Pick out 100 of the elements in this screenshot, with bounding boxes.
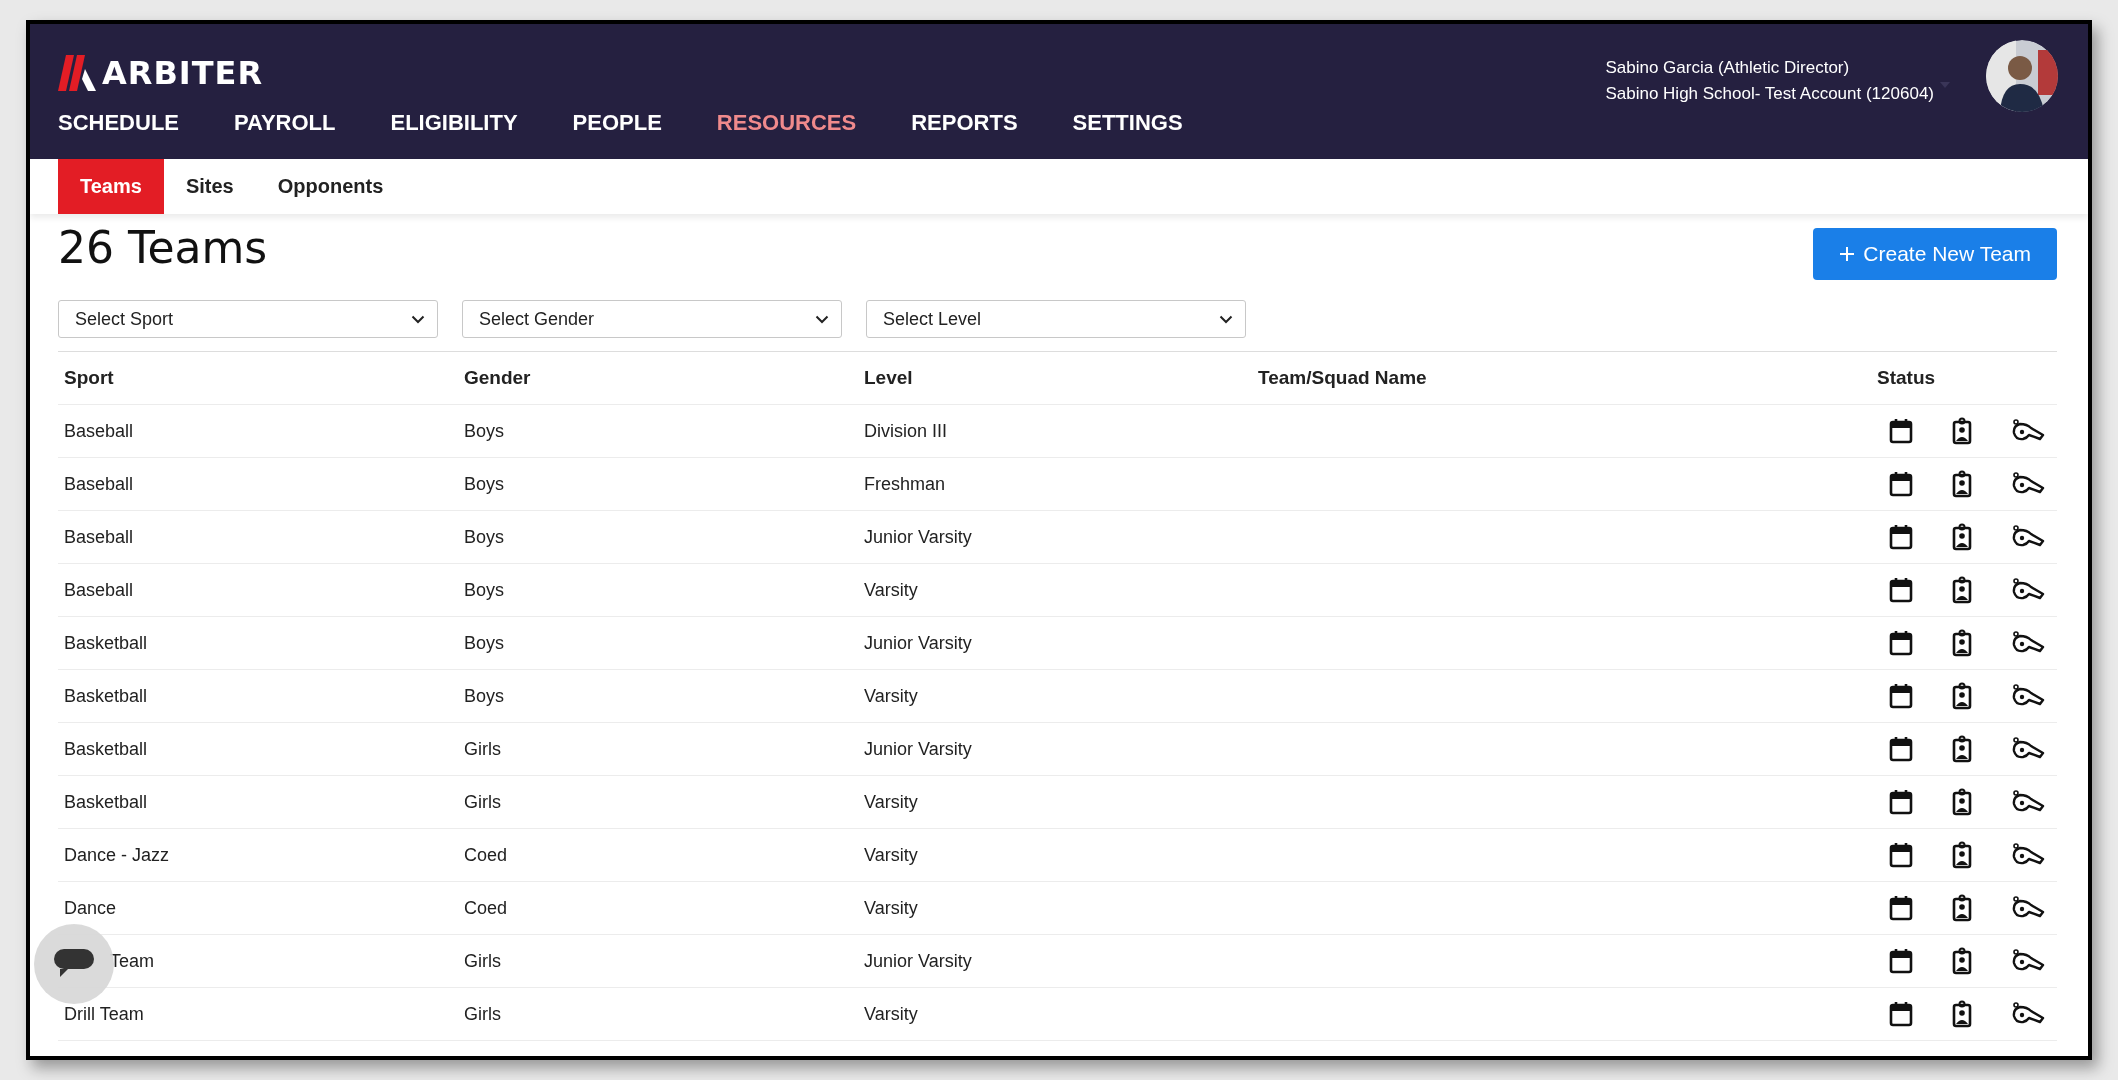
calendar-icon[interactable]	[1889, 789, 1913, 815]
id-badge-icon[interactable]	[1952, 894, 1972, 922]
table-cell-text: Coed	[463, 844, 509, 866]
whistle-icon[interactable]	[2011, 631, 2045, 655]
id-badge-icon[interactable]	[1952, 735, 1972, 763]
table-cell-text: Junior Varsity	[863, 632, 973, 654]
whistle-icon[interactable]	[2011, 790, 2045, 814]
table-cell-text: Boys	[463, 685, 506, 707]
chevron-down-icon	[411, 314, 425, 324]
table-cell-text: Girls	[463, 1003, 502, 1025]
table-cell-text: Baseball	[63, 473, 135, 495]
whistle-icon[interactable]	[2011, 843, 2045, 867]
calendar-icon[interactable]	[1889, 630, 1913, 656]
table-cell-text: Girls	[463, 791, 502, 813]
table-cell-text: Dance	[63, 897, 118, 919]
table-cell-text: Team	[110, 950, 155, 972]
table-cell-text: Boys	[463, 526, 506, 548]
id-badge-icon[interactable]	[1952, 947, 1972, 975]
table-cell-text: Varsity	[863, 791, 919, 813]
nav-link[interactable]: RESOURCES	[716, 110, 857, 136]
chevron-down-icon	[1219, 314, 1233, 324]
table-cell-text: Baseball	[63, 526, 135, 548]
whistle-icon[interactable]	[2011, 896, 2045, 920]
calendar-icon[interactable]	[1889, 1001, 1913, 1027]
id-badge-icon[interactable]	[1952, 682, 1972, 710]
whistle-icon[interactable]	[2011, 578, 2045, 602]
calendar-icon[interactable]	[1889, 736, 1913, 762]
nav-link[interactable]: PEOPLE	[572, 110, 662, 136]
column-header: Level	[863, 367, 914, 389]
table-cell-text: Varsity	[863, 685, 919, 707]
nav-link[interactable]: PAYROLL	[234, 110, 336, 136]
table-cell-text: Varsity	[863, 844, 919, 866]
create-team-button[interactable]: Create New Team	[1813, 228, 2057, 280]
table-cell-text: Dance - Jazz	[63, 844, 171, 866]
whistle-icon[interactable]	[2011, 949, 2045, 973]
table-cell-text: Varsity	[863, 897, 919, 919]
whistle-icon[interactable]	[2011, 472, 2045, 496]
calendar-icon[interactable]	[1889, 577, 1913, 603]
column-header: Team/Squad Name	[1257, 367, 1428, 389]
table-cell-text: Boys	[463, 420, 506, 442]
dropdown[interactable]: Select Sport	[58, 300, 438, 338]
calendar-icon[interactable]	[1889, 683, 1913, 709]
table-cell-text: Coed	[463, 897, 509, 919]
calendar-icon[interactable]	[1889, 842, 1913, 868]
calendar-icon[interactable]	[1889, 948, 1913, 974]
dropdown[interactable]: Select Level	[866, 300, 1246, 338]
table-cell-text: Girls	[463, 738, 502, 760]
logo-text: ARBITER	[102, 54, 264, 92]
column-header: Sport	[63, 367, 115, 389]
nav-link[interactable]: SETTINGS	[1072, 110, 1183, 136]
chevron-down-icon	[815, 314, 829, 324]
id-badge-icon[interactable]	[1952, 576, 1972, 604]
id-badge-icon[interactable]	[1952, 523, 1972, 551]
table-cell-text: Boys	[463, 632, 506, 654]
table-cell-text: Basketball	[63, 738, 149, 760]
table-cell-text: Drill Team	[63, 1003, 145, 1025]
whistle-icon[interactable]	[2011, 1002, 2045, 1026]
tab[interactable]: Sites	[163, 159, 256, 214]
table-cell-text: Freshman	[863, 473, 947, 495]
table-cell-text: Basketball	[63, 791, 149, 813]
plus-icon	[1839, 246, 1856, 262]
table-cell-text: Baseball	[63, 420, 135, 442]
tab[interactable]: Opponents	[255, 159, 406, 214]
whistle-icon[interactable]	[2011, 419, 2045, 443]
user-name: Sabino Garcia (Athletic Director)	[1605, 58, 1851, 78]
nav-link[interactable]: REPORTS	[911, 110, 1018, 136]
calendar-icon[interactable]	[1889, 471, 1913, 497]
logo-icon	[58, 55, 96, 91]
table-cell-text: Junior Varsity	[863, 738, 973, 760]
id-badge-icon[interactable]	[1952, 841, 1972, 869]
table-cell-text: Basketball	[63, 632, 149, 654]
whistle-icon[interactable]	[2011, 525, 2045, 549]
table-cell-text: Junior Varsity	[863, 950, 973, 972]
calendar-icon[interactable]	[1889, 524, 1913, 550]
page-title: 26 Teams	[58, 222, 268, 273]
table-cell-text: Division III	[863, 420, 949, 442]
id-badge-icon[interactable]	[1952, 1000, 1972, 1028]
id-badge-icon[interactable]	[1952, 788, 1972, 816]
nav-link[interactable]: ELIGIBILITY	[390, 110, 518, 136]
id-badge-icon[interactable]	[1952, 629, 1972, 657]
id-badge-icon[interactable]	[1952, 417, 1972, 445]
column-header: Status	[1876, 367, 1937, 389]
table-cell-text: Baseball	[63, 579, 135, 601]
calendar-icon[interactable]	[1889, 895, 1913, 921]
table-cell-text: Varsity	[863, 579, 919, 601]
dropdown[interactable]: Select Gender	[462, 300, 842, 338]
table-cell-text: Boys	[463, 473, 506, 495]
id-badge-icon[interactable]	[1952, 470, 1972, 498]
nav-link[interactable]: SCHEDULE	[58, 110, 179, 136]
account-name: Sabino High School- Test Account (120604)	[1605, 84, 1934, 104]
table-cell-text: Boys	[463, 579, 506, 601]
table-cell-text: Girls	[463, 950, 502, 972]
column-header: Gender	[463, 367, 532, 389]
table-cell-text: Basketball	[63, 685, 149, 707]
tab[interactable]: Teams	[58, 159, 164, 214]
whistle-icon[interactable]	[2011, 684, 2045, 708]
calendar-icon[interactable]	[1889, 418, 1913, 444]
table-cell-text: Junior Varsity	[863, 526, 973, 548]
whistle-icon[interactable]	[2011, 737, 2045, 761]
table-cell-text: Varsity	[863, 1003, 919, 1025]
